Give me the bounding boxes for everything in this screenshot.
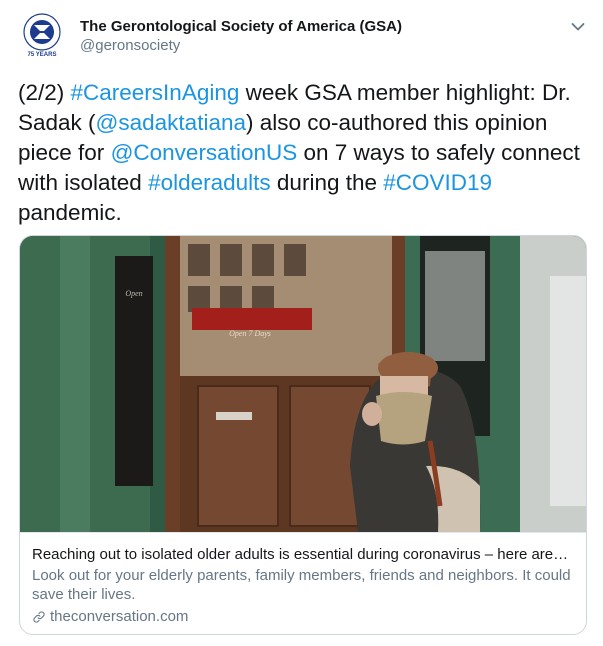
link-icon bbox=[33, 610, 45, 623]
tweet: 75 YEARS The Gerontological Society of A… bbox=[0, 0, 603, 646]
card-domain-text: theconversation.com bbox=[50, 608, 189, 625]
card-title[interactable]: Reaching out to isolated older adults is… bbox=[32, 545, 580, 564]
card-body[interactable]: Reaching out to isolated older adults is… bbox=[20, 532, 586, 634]
tweet-text-segment: (2/2) bbox=[18, 80, 71, 105]
card-image[interactable]: Open Open 7 Days bbox=[20, 236, 586, 532]
avatar-caption: 75 YEARS bbox=[28, 52, 57, 58]
hashtag-olderadults[interactable]: #olderadults bbox=[148, 170, 271, 195]
card-description: Look out for your elderly parents, famil… bbox=[32, 567, 571, 603]
tweet-text: (2/2) #CareersInAging week GSA member hi… bbox=[18, 78, 593, 228]
author-name[interactable]: The Gerontological Society of America (G… bbox=[80, 18, 402, 35]
mention-sadaktatiana[interactable]: @sadaktatiana bbox=[96, 110, 246, 135]
link-card[interactable]: Open Open 7 Days Reaching out to isolate… bbox=[19, 235, 587, 635]
svg-text:Open: Open bbox=[125, 289, 142, 298]
gsa-logo-icon: 75 YEARS bbox=[17, 10, 67, 60]
chevron-down-icon bbox=[571, 23, 585, 31]
tweet-text-segment: pandemic. bbox=[18, 200, 122, 225]
photo-sign: Open 7 Days bbox=[229, 329, 271, 338]
avatar[interactable]: 75 YEARS bbox=[17, 10, 67, 60]
hashtag-covid19[interactable]: #COVID19 bbox=[383, 170, 492, 195]
mention-conversationus[interactable]: @ConversationUS bbox=[111, 140, 298, 165]
hashtag-careersinaging[interactable]: #CareersInAging bbox=[71, 80, 240, 105]
card-photo: Open Open 7 Days bbox=[20, 236, 586, 532]
card-domain: theconversation.com bbox=[32, 607, 188, 626]
menu-button[interactable] bbox=[567, 16, 589, 38]
tweet-text-segment: during the bbox=[270, 170, 384, 195]
author-handle[interactable]: @geronsociety bbox=[80, 37, 180, 54]
